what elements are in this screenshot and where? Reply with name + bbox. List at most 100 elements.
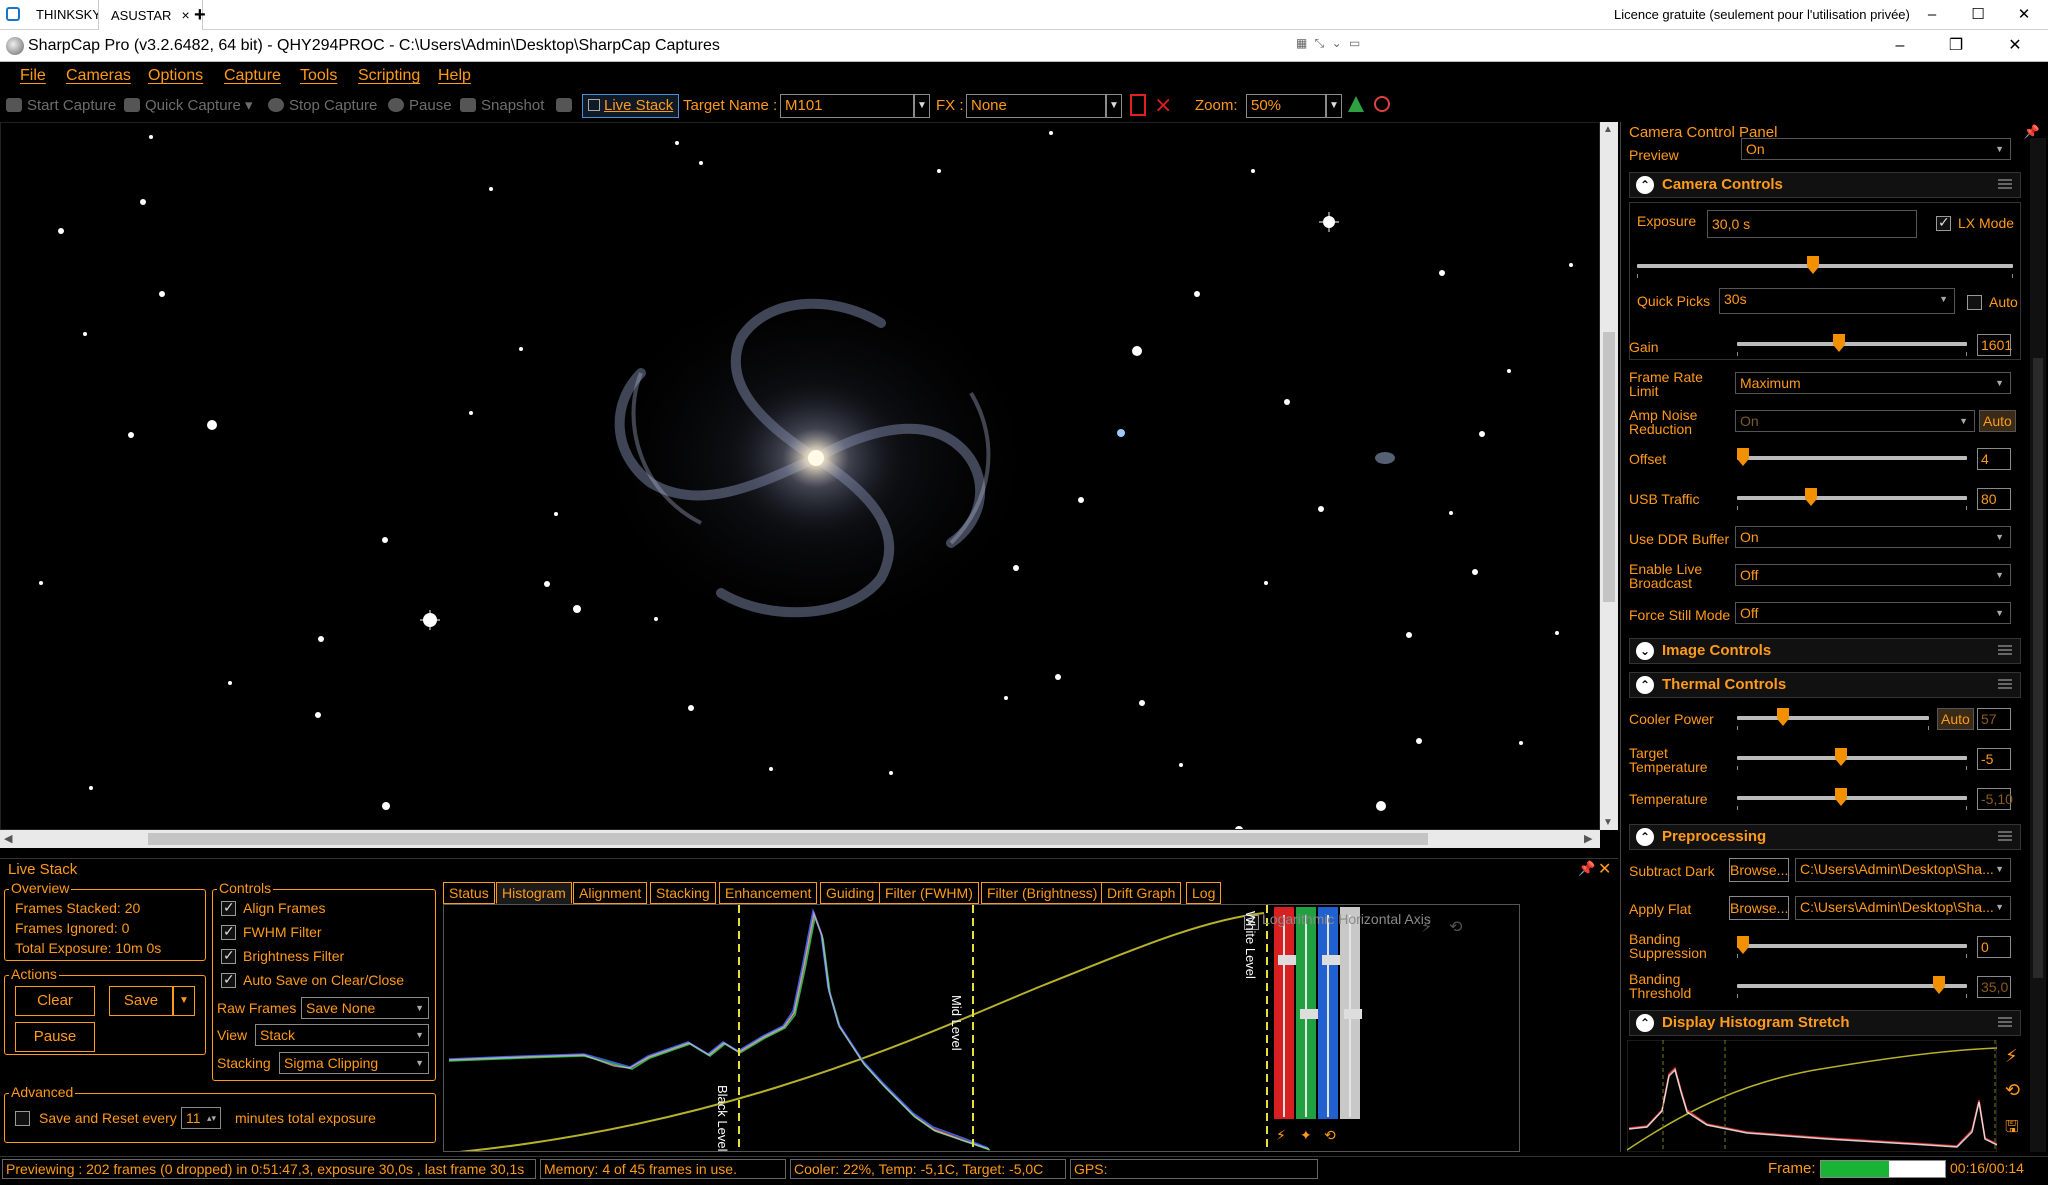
auto-stretch-icon[interactable]: ⚡ bbox=[2005, 1046, 2018, 1067]
section-camera-controls[interactable]: ⌃ Camera Controls bbox=[1629, 172, 2021, 198]
tab-drift-graph[interactable]: Drift Graph bbox=[1101, 882, 1182, 904]
fx-dropdown-icon[interactable]: ▼ bbox=[1106, 94, 1122, 118]
blue-slider-knob[interactable] bbox=[1322, 955, 1340, 965]
browse-flat-button[interactable]: Browse... bbox=[1729, 896, 1789, 920]
quick-capture-button[interactable]: Quick Capture ▾ bbox=[124, 96, 253, 116]
fx-select[interactable]: None bbox=[966, 94, 1106, 118]
reset-icon[interactable]: ⟲ bbox=[1449, 917, 1462, 937]
expand-icon[interactable]: ⌄ bbox=[1636, 642, 1654, 660]
tab-filter-fwhm[interactable]: Filter (FWHM) bbox=[879, 882, 979, 904]
reset-icon[interactable]: ⟲ bbox=[2005, 1080, 2020, 1101]
preview-select[interactable]: On ▼ bbox=[1741, 138, 2011, 160]
close-icon[interactable]: ✕ bbox=[2004, 0, 2044, 30]
menu-tools[interactable]: Tools bbox=[300, 62, 337, 90]
raw-frames-select[interactable]: Save None ▼ bbox=[301, 997, 429, 1019]
live-broadcast-select[interactable]: Off ▼ bbox=[1735, 564, 2011, 586]
zoom-dropdown-icon[interactable]: ▼ bbox=[1326, 94, 1342, 118]
sparkle-icon[interactable]: ✦ bbox=[1300, 1127, 1312, 1144]
dark-path-select[interactable]: C:\Users\Admin\Desktop\Sha... ▼ bbox=[1795, 858, 2011, 882]
collapse-icon[interactable]: ⌃ bbox=[1636, 828, 1654, 846]
view-select[interactable]: Stack ▼ bbox=[255, 1024, 429, 1046]
usb-traffic-slider[interactable] bbox=[1737, 488, 1967, 510]
save-button[interactable]: Save bbox=[109, 986, 173, 1016]
menu-capture[interactable]: Capture bbox=[224, 62, 281, 90]
target-temperature-value[interactable]: -5 bbox=[1977, 748, 2011, 770]
tab-stacking[interactable]: Stacking bbox=[650, 882, 716, 904]
maximize-icon[interactable]: ☐ bbox=[1958, 0, 1998, 30]
spinner-arrows-icon[interactable]: ▴▾ bbox=[207, 1108, 216, 1128]
tab-enhancement[interactable]: Enhancement bbox=[719, 882, 818, 904]
section-preprocessing[interactable]: ⌃ Preprocessing bbox=[1629, 824, 2021, 850]
menu-help[interactable]: Help bbox=[438, 62, 471, 90]
quick-picks-select[interactable]: 30s ▼ bbox=[1719, 288, 1955, 314]
red-slider-knob[interactable] bbox=[1278, 955, 1296, 965]
browse-dark-button[interactable]: Browse... bbox=[1729, 858, 1789, 882]
gain-slider[interactable] bbox=[1737, 334, 1967, 356]
snapshot-button[interactable]: Snapshot bbox=[460, 96, 544, 116]
amp-noise-select[interactable]: On ▼ bbox=[1735, 410, 1975, 432]
section-image-controls[interactable]: ⌄ Image Controls bbox=[1629, 638, 2021, 664]
slider-knob[interactable] bbox=[1737, 448, 1749, 466]
gain-value[interactable]: 1601 bbox=[1977, 334, 2012, 356]
viewport-horizontal-scrollbar[interactable]: ◀ ▶ bbox=[0, 830, 1600, 848]
quick-picks-auto-checkbox[interactable] bbox=[1967, 295, 1982, 310]
app-restore-icon[interactable]: ❐ bbox=[1936, 30, 1976, 62]
remote-controls-icon[interactable]: ▦ ⤡ ⌄ ▭ bbox=[1296, 36, 1362, 51]
collapse-icon[interactable]: ⌃ bbox=[1636, 176, 1654, 194]
menu-options[interactable]: Options bbox=[148, 62, 203, 90]
collapse-icon[interactable]: ⌃ bbox=[1636, 1014, 1654, 1032]
slider-knob[interactable] bbox=[1805, 488, 1817, 506]
ddr-buffer-select[interactable]: On ▼ bbox=[1735, 526, 2011, 548]
panel-scrollbar[interactable] bbox=[2030, 138, 2046, 1152]
display-histogram-plot[interactable] bbox=[1627, 1040, 1997, 1152]
clear-button[interactable]: Clear bbox=[15, 986, 95, 1016]
pause-stack-button[interactable]: Pause bbox=[15, 1022, 95, 1052]
viewport-vertical-scrollbar[interactable]: ▲ ▼ bbox=[1600, 122, 1618, 830]
target-name-dropdown-icon[interactable]: ▼ bbox=[914, 94, 930, 118]
target-temperature-slider[interactable] bbox=[1737, 748, 1967, 770]
scroll-right-icon[interactable]: ▶ bbox=[1584, 832, 1592, 845]
cooler-power-auto-button[interactable]: Auto bbox=[1937, 708, 1974, 730]
stop-capture-button[interactable]: Stop Capture bbox=[268, 96, 377, 116]
align-frames-checkbox[interactable] bbox=[221, 899, 236, 916]
offset-slider[interactable] bbox=[1737, 448, 1967, 466]
save-dropdown-icon[interactable]: ▼ bbox=[173, 986, 195, 1016]
section-menu-icon[interactable] bbox=[1998, 679, 2012, 689]
slider-knob[interactable] bbox=[1737, 936, 1749, 954]
slider-knob[interactable] bbox=[1933, 976, 1945, 994]
minimize-icon[interactable]: – bbox=[1912, 0, 1952, 30]
lx-mode-checkbox[interactable] bbox=[1936, 214, 1951, 231]
pin-icon[interactable]: 📌 bbox=[1578, 860, 1595, 877]
scroll-up-icon[interactable]: ▲ bbox=[1603, 124, 1613, 135]
tab-log[interactable]: Log bbox=[1186, 882, 1222, 904]
target-name-input[interactable]: M101 bbox=[780, 94, 914, 118]
collapse-icon[interactable]: ⌃ bbox=[1636, 676, 1654, 694]
menu-cameras[interactable]: Cameras bbox=[66, 62, 131, 90]
multi-window-button[interactable] bbox=[556, 96, 577, 116]
reticle-icon[interactable] bbox=[1130, 94, 1146, 116]
image-viewport[interactable] bbox=[0, 122, 1600, 830]
banding-suppression-value[interactable]: 0 bbox=[1977, 936, 2011, 958]
start-capture-button[interactable]: Start Capture bbox=[6, 96, 116, 116]
scroll-thumb[interactable] bbox=[148, 833, 1428, 845]
tab-filter-brightness[interactable]: Filter (Brightness) bbox=[981, 882, 1104, 904]
section-menu-icon[interactable] bbox=[1998, 1017, 2012, 1027]
tab-histogram[interactable]: Histogram bbox=[496, 882, 572, 904]
stack-histogram[interactable]: Logarithmic Horizontal Axis ⚡ ⟲ Black Le… bbox=[443, 904, 1520, 1152]
auto-save-checkbox[interactable] bbox=[221, 971, 236, 988]
scroll-thumb[interactable] bbox=[2033, 358, 2043, 978]
cooler-power-slider[interactable] bbox=[1737, 708, 1929, 730]
live-stack-button[interactable]: Live Stack bbox=[582, 94, 680, 118]
banding-threshold-slider[interactable] bbox=[1737, 976, 1967, 998]
scroll-down-icon[interactable]: ▼ bbox=[1603, 817, 1613, 828]
fwhm-filter-checkbox[interactable] bbox=[221, 923, 236, 940]
minutes-spinner[interactable]: 11 ▴▾ bbox=[181, 1107, 221, 1129]
exposure-input[interactable]: 30,0 s bbox=[1707, 210, 1917, 238]
section-menu-icon[interactable] bbox=[1998, 831, 2012, 841]
slider-knob[interactable] bbox=[1835, 748, 1847, 766]
new-tab-button[interactable]: + bbox=[194, 0, 206, 30]
focus-assist-icon[interactable] bbox=[1374, 96, 1390, 112]
scroll-thumb[interactable] bbox=[1603, 332, 1615, 602]
app-close-icon[interactable]: ✕ bbox=[1995, 30, 2035, 62]
frame-rate-select[interactable]: Maximum ▼ bbox=[1735, 372, 2011, 394]
